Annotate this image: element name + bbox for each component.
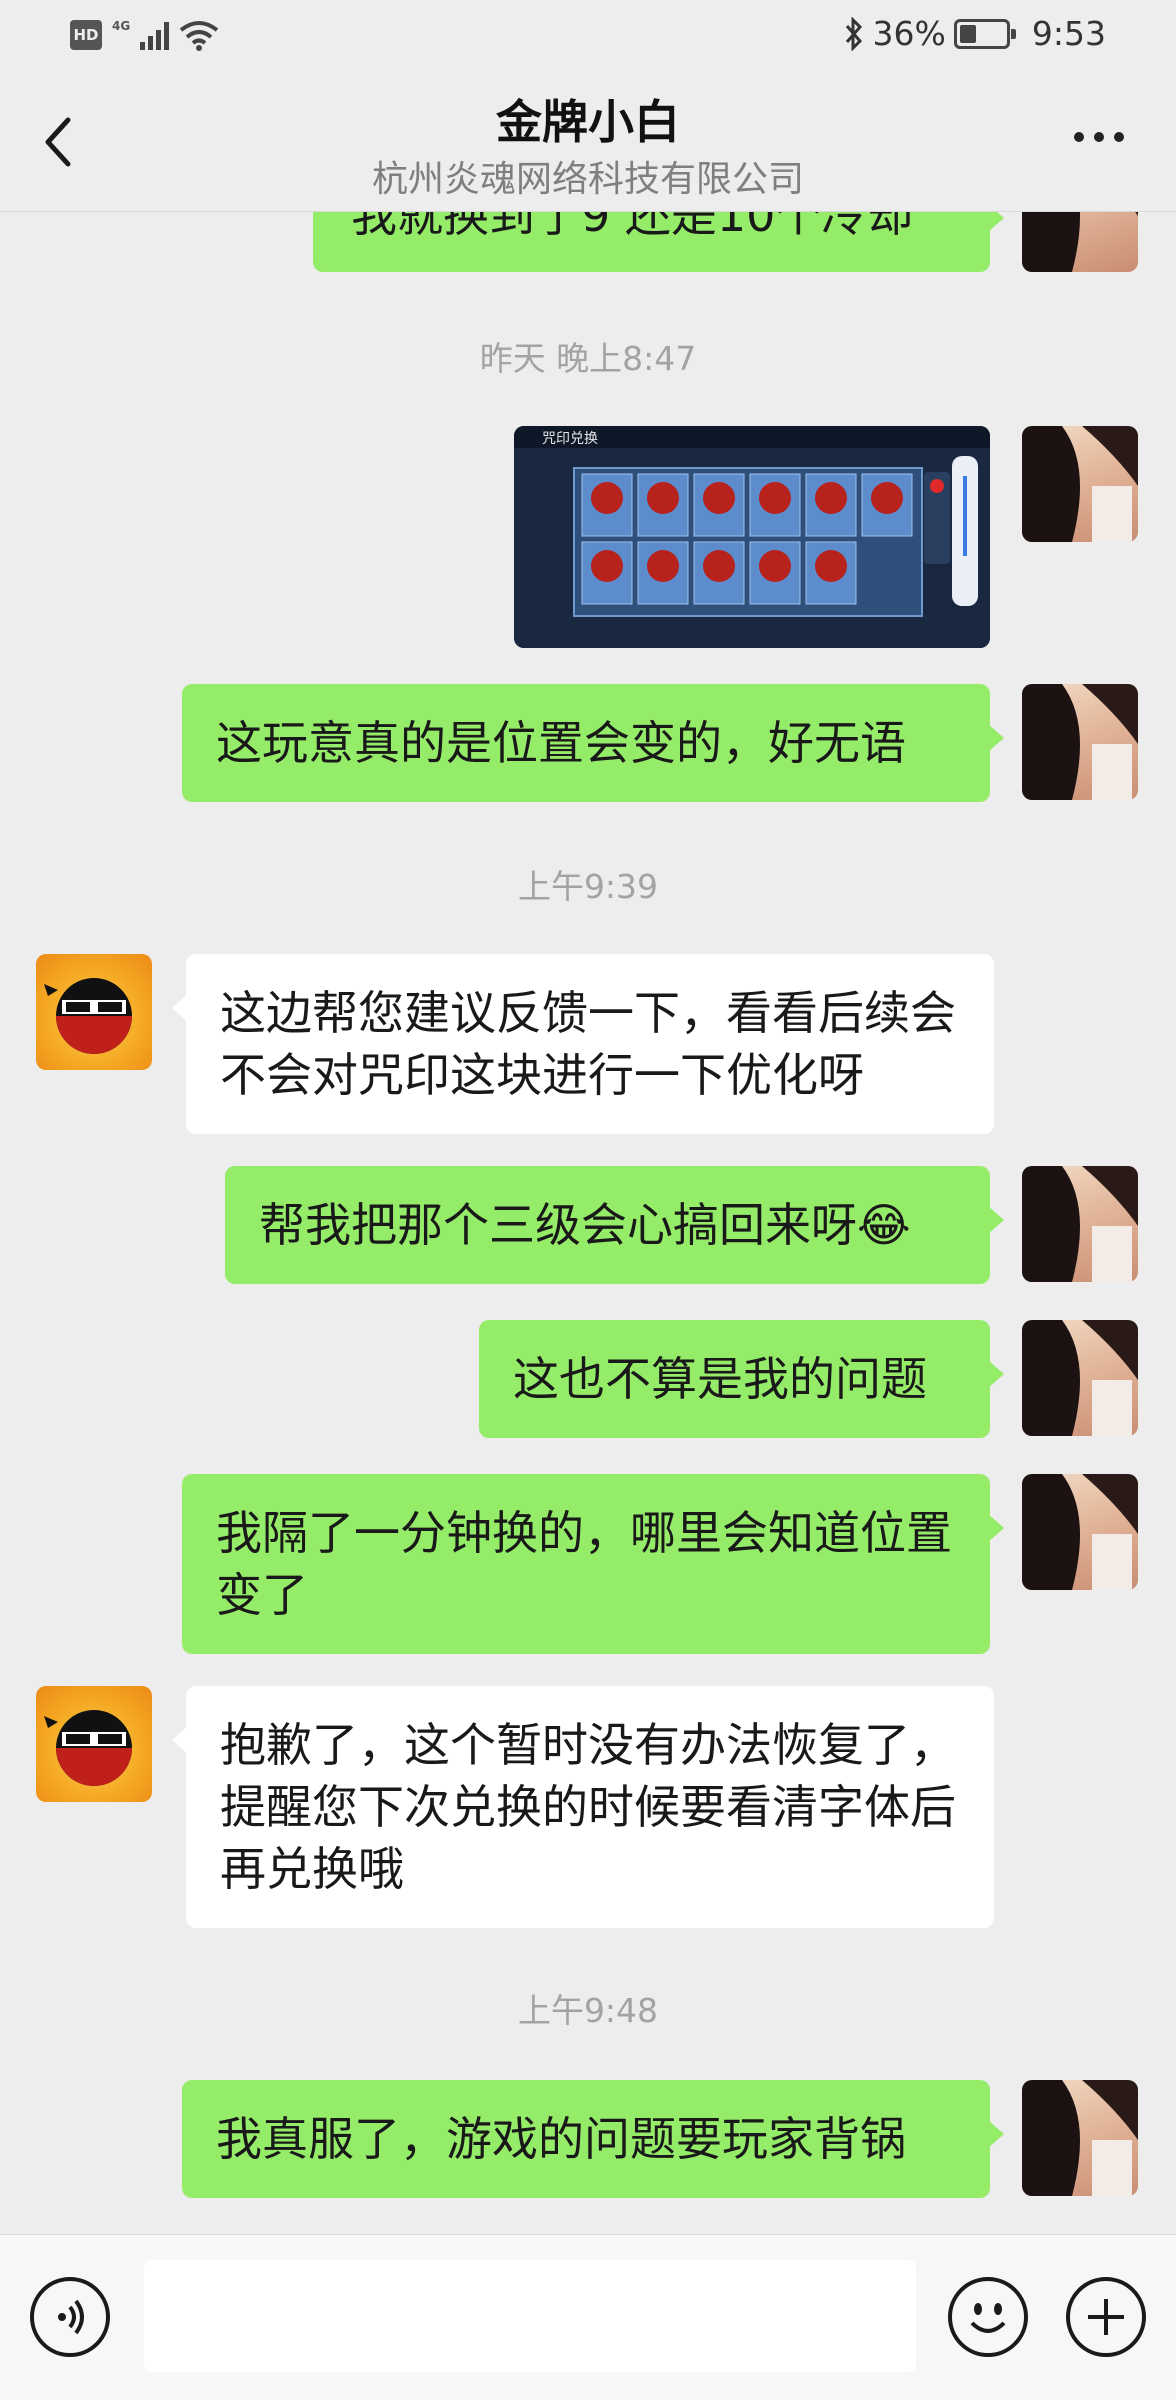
outgoing-message[interactable]: 我隔了一分钟换的，哪里会知道位置变了: [182, 1474, 1004, 1654]
incoming-message[interactable]: 这边帮您建议反馈一下，看看后续会不会对咒印这块进行一下优化呀: [172, 954, 994, 1134]
battery-percent: 36%: [872, 14, 946, 53]
bluetooth-icon: [845, 16, 862, 51]
chat-screen: HD 4G 36% 9:53 金牌小白 杭州炎魂网络科技有限公司 我就换到了9 …: [0, 0, 1176, 2400]
outgoing-message[interactable]: 我就换到了9 还是10个冷却: [313, 212, 1004, 272]
user-avatar[interactable]: [1022, 1320, 1138, 1436]
image-caption: 咒印兑换: [542, 430, 598, 447]
agent-avatar[interactable]: [36, 1686, 152, 1802]
input-bar: [0, 2234, 1176, 2400]
signal-icon: [140, 20, 170, 50]
outgoing-message[interactable]: 帮我把那个三级会心搞回来呀😂: [225, 1166, 1004, 1284]
timestamp: 上午9:39: [517, 867, 659, 906]
timestamp: 上午9:48: [517, 1991, 659, 2030]
user-avatar[interactable]: [1022, 212, 1138, 272]
chat-subtitle: 杭州炎魂网络科技有限公司: [371, 159, 804, 200]
game-screenshot-image[interactable]: 咒印兑换: [514, 426, 990, 648]
hd-badge: HD: [70, 20, 102, 50]
voice-icon[interactable]: [30, 2277, 110, 2357]
chat-header: 金牌小白 杭州炎魂网络科技有限公司: [0, 72, 1176, 212]
outgoing-message[interactable]: 这玩意真的是位置会变的，好无语: [182, 684, 1004, 802]
user-avatar[interactable]: [1022, 426, 1138, 542]
battery-fill: [959, 24, 976, 43]
battery-icon: [953, 18, 1016, 49]
incoming-message[interactable]: 抱歉了，这个暂时没有办法恢复了，提醒您下次兑换的时候要看清字体后再兑换哦: [172, 1686, 994, 1928]
agent-avatar[interactable]: [36, 954, 152, 1070]
wifi-icon: [179, 21, 219, 51]
timestamp: 昨天 晚上8:47: [479, 339, 697, 378]
more-icon[interactable]: [1074, 132, 1124, 142]
outgoing-message[interactable]: 我真服了，游戏的问题要玩家背锅: [182, 2080, 1004, 2198]
network-type: 4G: [112, 19, 131, 33]
outgoing-message[interactable]: 这也不算是我的问题: [479, 1320, 1004, 1438]
message-list[interactable]: 我就换到了9 还是10个冷却 昨天 晚上8:47 咒印兑换 这玩意真的是位置会变…: [0, 212, 1176, 2234]
emoji-icon[interactable]: [948, 2277, 1028, 2357]
user-avatar[interactable]: [1022, 684, 1138, 800]
user-avatar[interactable]: [1022, 1474, 1138, 1590]
plus-icon[interactable]: [1066, 2277, 1146, 2357]
clock: 9:53: [1031, 14, 1106, 53]
chat-title: 金牌小白: [496, 95, 680, 149]
message-input[interactable]: [144, 2260, 916, 2372]
status-bar: HD 4G 36% 9:53: [0, 0, 1176, 72]
user-avatar[interactable]: [1022, 2080, 1138, 2196]
user-avatar[interactable]: [1022, 1166, 1138, 1282]
